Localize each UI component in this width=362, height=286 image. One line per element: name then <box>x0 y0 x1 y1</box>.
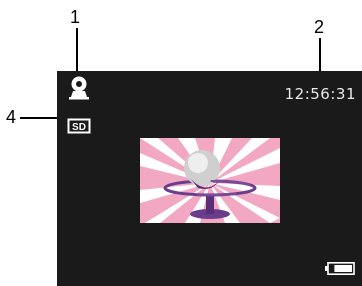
callout-label-1: 1 <box>70 7 81 27</box>
battery-level-fill <box>334 265 352 272</box>
sd-card-label: SD <box>72 122 86 133</box>
microphone-illustration <box>140 138 280 223</box>
callout-label-4: 4 <box>6 107 17 127</box>
callout-label-2: 2 <box>314 17 325 37</box>
device-screen: 12:56:31 SD <box>57 71 362 286</box>
callout-leader-1 <box>76 28 78 76</box>
sd-card-icon: SD <box>67 118 91 134</box>
diagram-canvas: 1 2 4 12:56:31 SD <box>0 0 362 286</box>
battery-icon <box>325 262 355 275</box>
webcam-icon <box>69 76 89 100</box>
clock-time: 12:56:31 <box>284 85 356 103</box>
